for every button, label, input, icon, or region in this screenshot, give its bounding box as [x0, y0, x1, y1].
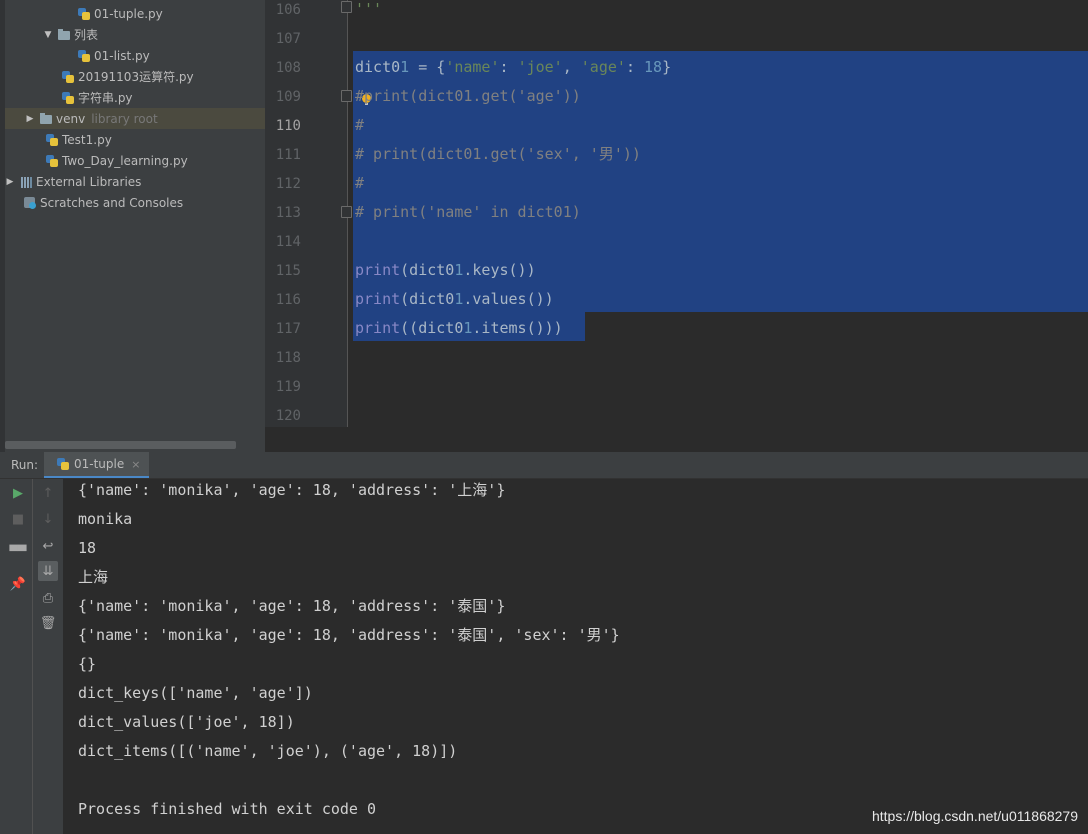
project-tree-panel: 01-tuple.py ▼ 列表 01-list.py 20191103运算符.… [0, 0, 265, 452]
library-root-note: library root [91, 111, 158, 126]
line-number: 114 [275, 234, 301, 250]
library-icon [19, 175, 33, 189]
code-line[interactable]: print(dict01.values()) [355, 285, 554, 314]
up-arrow-icon[interactable]: ↑ [38, 483, 58, 503]
trash-icon[interactable]: 🗑 [38, 613, 58, 633]
chevron-right-icon[interactable]: ▶ [5, 177, 15, 187]
tree-item-venv[interactable]: ▶ venv library root [5, 108, 265, 129]
line-number: 109 [275, 89, 301, 105]
tree-item-label: External Libraries [36, 174, 142, 189]
python-file-icon [45, 154, 59, 168]
console-line: {'name': 'monika', 'age': 18, 'address':… [78, 626, 620, 644]
code-line[interactable]: #print(dict01.get('age')) [355, 82, 581, 111]
tree-item-label: 20191103运算符.py [78, 70, 194, 84]
chevron-right-icon[interactable]: ▶ [25, 114, 35, 124]
watermark: https://blog.csdn.net/u011868279 [871, 808, 1078, 824]
console-line: monika [78, 510, 133, 528]
tree-item-external-libraries[interactable]: ▶ External Libraries [5, 171, 265, 192]
code-line[interactable]: dict01 = {'name': 'joe', 'age': 18} [355, 53, 671, 82]
run-tab-label: 01-tuple [74, 457, 125, 471]
current-line-number: 110 [275, 118, 301, 134]
print-icon[interactable]: ⎙ [38, 588, 58, 608]
console-line: {'name': 'monika', 'age': 18, 'address':… [78, 597, 506, 615]
fold-marker-icon[interactable] [341, 1, 352, 13]
python-file-icon [77, 49, 91, 63]
line-number: 117 [275, 321, 301, 337]
tree-item-label: Test1.py [62, 132, 112, 147]
tree-item-strings[interactable]: 字符串.py [5, 87, 265, 108]
python-file-icon [56, 457, 70, 471]
code-line[interactable]: # print(dict01.get('sex', '男')) [355, 140, 641, 169]
python-file-icon [77, 7, 91, 21]
console-line: {} [78, 655, 97, 673]
tools-separator [32, 479, 33, 834]
fold-marker-icon[interactable] [341, 206, 352, 218]
run-tab-01-tuple[interactable]: 01-tuple × [44, 452, 149, 478]
code-line[interactable]: print(dict01.keys()) [355, 256, 536, 285]
tree-item-01-tuple[interactable]: 01-tuple.py [5, 3, 265, 24]
tree-item-test1[interactable]: Test1.py [5, 129, 265, 150]
line-number: 115 [275, 263, 301, 279]
stop-icon[interactable]: ■ [8, 509, 28, 529]
line-number: 116 [275, 292, 301, 308]
folder-icon [57, 28, 71, 42]
selection-highlight [353, 109, 1088, 138]
code-line[interactable]: print((dict01.items())) [355, 314, 563, 343]
run-toolbar: Run: 01-tuple × [0, 452, 1088, 479]
tree-item-scratches[interactable]: Scratches and Consoles [5, 192, 265, 213]
layout-icon[interactable]: ▀▀ [8, 541, 28, 561]
close-tab-icon[interactable]: × [131, 458, 140, 471]
tree-item-label: Scratches and Consoles [40, 195, 184, 210]
tree-item-label: 01-list.py [94, 48, 150, 63]
tree-item-label: 01-tuple.py [94, 6, 163, 21]
code-line[interactable]: ''' [355, 0, 382, 24]
console-line: dict_items([('name', 'joe'), ('age', 18)… [78, 742, 458, 760]
line-number: 113 [275, 205, 301, 221]
folder-icon [39, 112, 53, 126]
line-number: 108 [275, 60, 301, 76]
pin-icon[interactable]: 📌 [8, 574, 28, 594]
chevron-down-icon[interactable]: ▼ [43, 30, 53, 40]
fold-marker-icon[interactable] [341, 90, 352, 102]
scroll-to-end-icon[interactable]: ⇊ [38, 561, 58, 581]
down-arrow-icon[interactable]: ↓ [38, 509, 58, 529]
code-line[interactable]: # [355, 169, 364, 198]
run-label: Run: [11, 458, 39, 472]
run-side-tools: ▶ ■ ▀▀ 📌 ↑ ↓ ↩ ⇊ ⎙ 🗑 [0, 479, 63, 834]
python-file-icon [45, 133, 59, 147]
line-number: 106 [275, 2, 301, 18]
python-file-icon [61, 91, 75, 105]
code-editor[interactable]: 106 107 108 109 110 111 112 113 114 115 … [265, 0, 1088, 427]
line-number: 120 [275, 408, 301, 424]
selection-highlight [353, 167, 1088, 196]
tree-item-list-folder[interactable]: ▼ 列表 [5, 24, 265, 45]
console-line: {'name': 'monika', 'age': 18, 'address':… [78, 481, 506, 499]
soft-wrap-icon[interactable]: ↩ [38, 536, 58, 556]
line-number: 107 [275, 31, 301, 47]
console-line: 18 [78, 539, 97, 557]
line-number: 111 [275, 147, 301, 163]
code-line[interactable]: # [355, 111, 364, 140]
scratches-icon [23, 196, 37, 210]
tree-horizontal-scrollbar[interactable] [5, 441, 236, 449]
tree-item-two-day-learning[interactable]: Two_Day_learning.py [5, 150, 265, 171]
tree-item-operators[interactable]: 20191103运算符.py [5, 66, 265, 87]
tree-item-label: 字符串.py [78, 91, 133, 105]
tree-item-label: 列表 [74, 28, 99, 42]
line-number: 118 [275, 350, 301, 366]
tree-item-01-list[interactable]: 01-list.py [5, 45, 265, 66]
tree-item-label: venv [56, 111, 86, 126]
selection-highlight [353, 225, 1088, 254]
line-number: 112 [275, 176, 301, 192]
console-line: 上海 [78, 568, 109, 586]
run-icon[interactable]: ▶ [8, 483, 28, 503]
console-line: dict_values(['joe', 18]) [78, 713, 295, 731]
line-number: 119 [275, 379, 301, 395]
run-console-output[interactable]: {'name': 'monika', 'age': 18, 'address':… [63, 479, 1088, 834]
tree-item-label: Two_Day_learning.py [62, 153, 188, 168]
process-finished-message: Process finished with exit code 0 [78, 800, 377, 818]
python-file-icon [61, 70, 75, 84]
console-line: dict_keys(['name', 'age']) [78, 684, 313, 702]
code-line[interactable]: # print('name' in dict01) [355, 198, 581, 227]
